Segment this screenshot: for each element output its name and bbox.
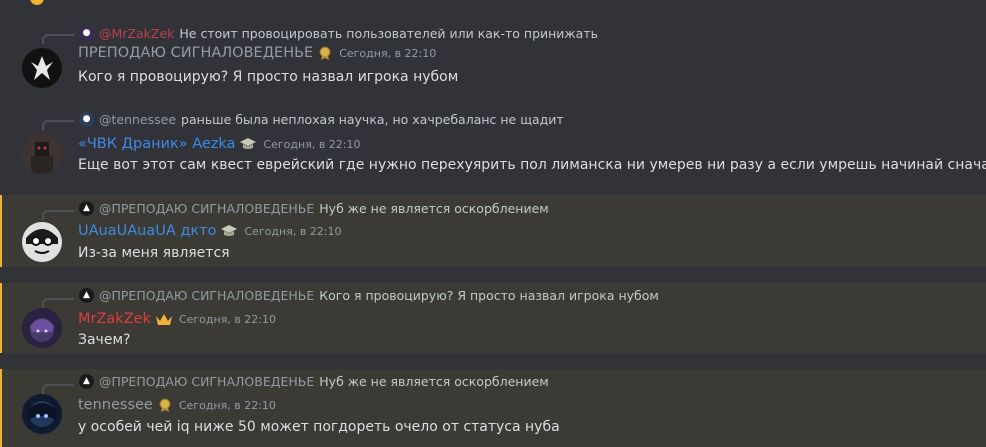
reply-text[interactable]: раньше была неплохая научка, но хачребал… <box>181 112 564 127</box>
message-header: UAuaUAuaUA дкто Сегодня, в 22:10 <box>78 221 342 241</box>
reply-text[interactable]: Нуб же не является оскорблением <box>319 374 548 389</box>
username[interactable]: «ЧВК Драник» Aezka <box>78 136 235 152</box>
graduation-cap-icon <box>220 224 238 238</box>
cartoon-face-icon <box>22 222 62 262</box>
reply-author[interactable]: @ПРЕПОДАЮ СИГНАЛОВЕДЕНЬЕ <box>99 374 314 389</box>
message-content: Из-за меня является <box>78 245 230 261</box>
reply-text[interactable]: Нуб же не является оскорблением <box>319 201 548 216</box>
previous-message-avatar-fragment <box>30 0 44 5</box>
reply-avatar: ▲ <box>79 200 94 216</box>
username[interactable]: UAuaUAuaUA дкто <box>78 223 216 239</box>
soldier-avatar-icon <box>22 134 62 174</box>
reply-spine <box>42 298 74 308</box>
reply-reference[interactable]: ▲ @ПРЕПОДАЮ СИГНАЛОВЕДЕНЬЕ Нуб же не явл… <box>79 200 549 216</box>
avatar[interactable] <box>22 134 62 174</box>
message-mention-highlight: ▲ @ПРЕПОДАЮ СИГНАЛОВЕДЕНЬЕ Нуб же не явл… <box>0 369 986 447</box>
message-header: ПРЕПОДАЮ СИГНАЛОВЕДЕНЬЕ Сегодня, в 22:10 <box>78 43 436 63</box>
medal-icon <box>317 45 333 61</box>
message: ● @tennessee раньше была неплохая научка… <box>0 104 986 190</box>
reply-reference[interactable]: ▲ @ПРЕПОДАЮ СИГНАЛОВЕДЕНЬЕ Нуб же не явл… <box>79 373 549 389</box>
reply-spine <box>42 384 74 394</box>
avatar[interactable] <box>22 48 62 88</box>
timestamp: Сегодня, в 22:10 <box>178 312 276 326</box>
dark-anime-avatar-icon <box>22 308 62 348</box>
avatar[interactable] <box>22 394 62 434</box>
timestamp: Сегодня, в 22:10 <box>178 398 276 412</box>
graduation-cap-icon <box>239 137 257 151</box>
message-mention-highlight: ▲ @ПРЕПОДАЮ СИГНАЛОВЕДЕНЬЕ Кого я провоц… <box>0 283 986 353</box>
reply-author[interactable]: @ПРЕПОДАЮ СИГНАЛОВЕДЕНЬЕ <box>99 288 314 303</box>
message-content: Еще вот этот сам квест еврейский где нуж… <box>78 157 986 173</box>
reply-avatar: ● <box>79 25 94 41</box>
reply-avatar: ● <box>79 111 94 127</box>
message-content: Кого я провоцирую? Я просто назвал игрок… <box>78 69 459 85</box>
username[interactable]: tennessee <box>78 397 153 413</box>
timestamp: Сегодня, в 22:10 <box>339 46 437 60</box>
message-header: «ЧВК Драник» Aezka Сегодня, в 22:10 <box>78 134 361 154</box>
message-mention-highlight: ▲ @ПРЕПОДАЮ СИГНАЛОВЕДЕНЬЕ Нуб же не явл… <box>0 195 986 267</box>
username[interactable]: ПРЕПОДАЮ СИГНАЛОВЕДЕНЬЕ <box>78 45 313 61</box>
message-content: у особей чей iq ниже 50 может погдореть … <box>78 419 560 435</box>
reply-author[interactable]: @MrZakZek <box>99 26 174 41</box>
reply-author[interactable]: @ПРЕПОДАЮ СИГНАЛОВЕДЕНЬЕ <box>99 201 314 216</box>
reply-spine <box>42 210 74 220</box>
reply-spine <box>42 120 74 130</box>
timestamp: Сегодня, в 22:10 <box>263 137 361 151</box>
reply-text[interactable]: Кого я провоцирую? Я просто назвал игрок… <box>319 288 659 303</box>
reply-spine <box>42 34 74 44</box>
message-header: tennessee Сегодня, в 22:10 <box>78 395 276 415</box>
message-content: Зачем? <box>78 332 131 348</box>
reply-author[interactable]: @tennessee <box>99 112 176 127</box>
reply-text[interactable]: Не стоит провоцировать пользователей или… <box>179 26 598 41</box>
reply-reference[interactable]: ● @MrZakZek Не стоит провоцировать польз… <box>79 25 598 41</box>
medal-icon <box>157 397 173 413</box>
reply-avatar: ▲ <box>79 373 94 389</box>
avatar[interactable] <box>22 308 62 348</box>
blue-anime-avatar-icon <box>22 394 62 434</box>
reply-avatar: ▲ <box>79 287 94 303</box>
message: ● @MrZakZek Не стоит провоцировать польз… <box>0 18 986 98</box>
reply-reference[interactable]: ▲ @ПРЕПОДАЮ СИГНАЛОВЕДЕНЬЕ Кого я провоц… <box>79 287 659 303</box>
username[interactable]: MrZakZek <box>78 311 151 327</box>
crown-icon <box>155 313 173 326</box>
bird-silhouette-icon <box>31 56 53 80</box>
avatar[interactable] <box>22 222 62 262</box>
timestamp: Сегодня, в 22:10 <box>244 224 342 238</box>
reply-reference[interactable]: ● @tennessee раньше была неплохая научка… <box>79 111 564 127</box>
message-header: MrZakZek Сегодня, в 22:10 <box>78 309 276 329</box>
